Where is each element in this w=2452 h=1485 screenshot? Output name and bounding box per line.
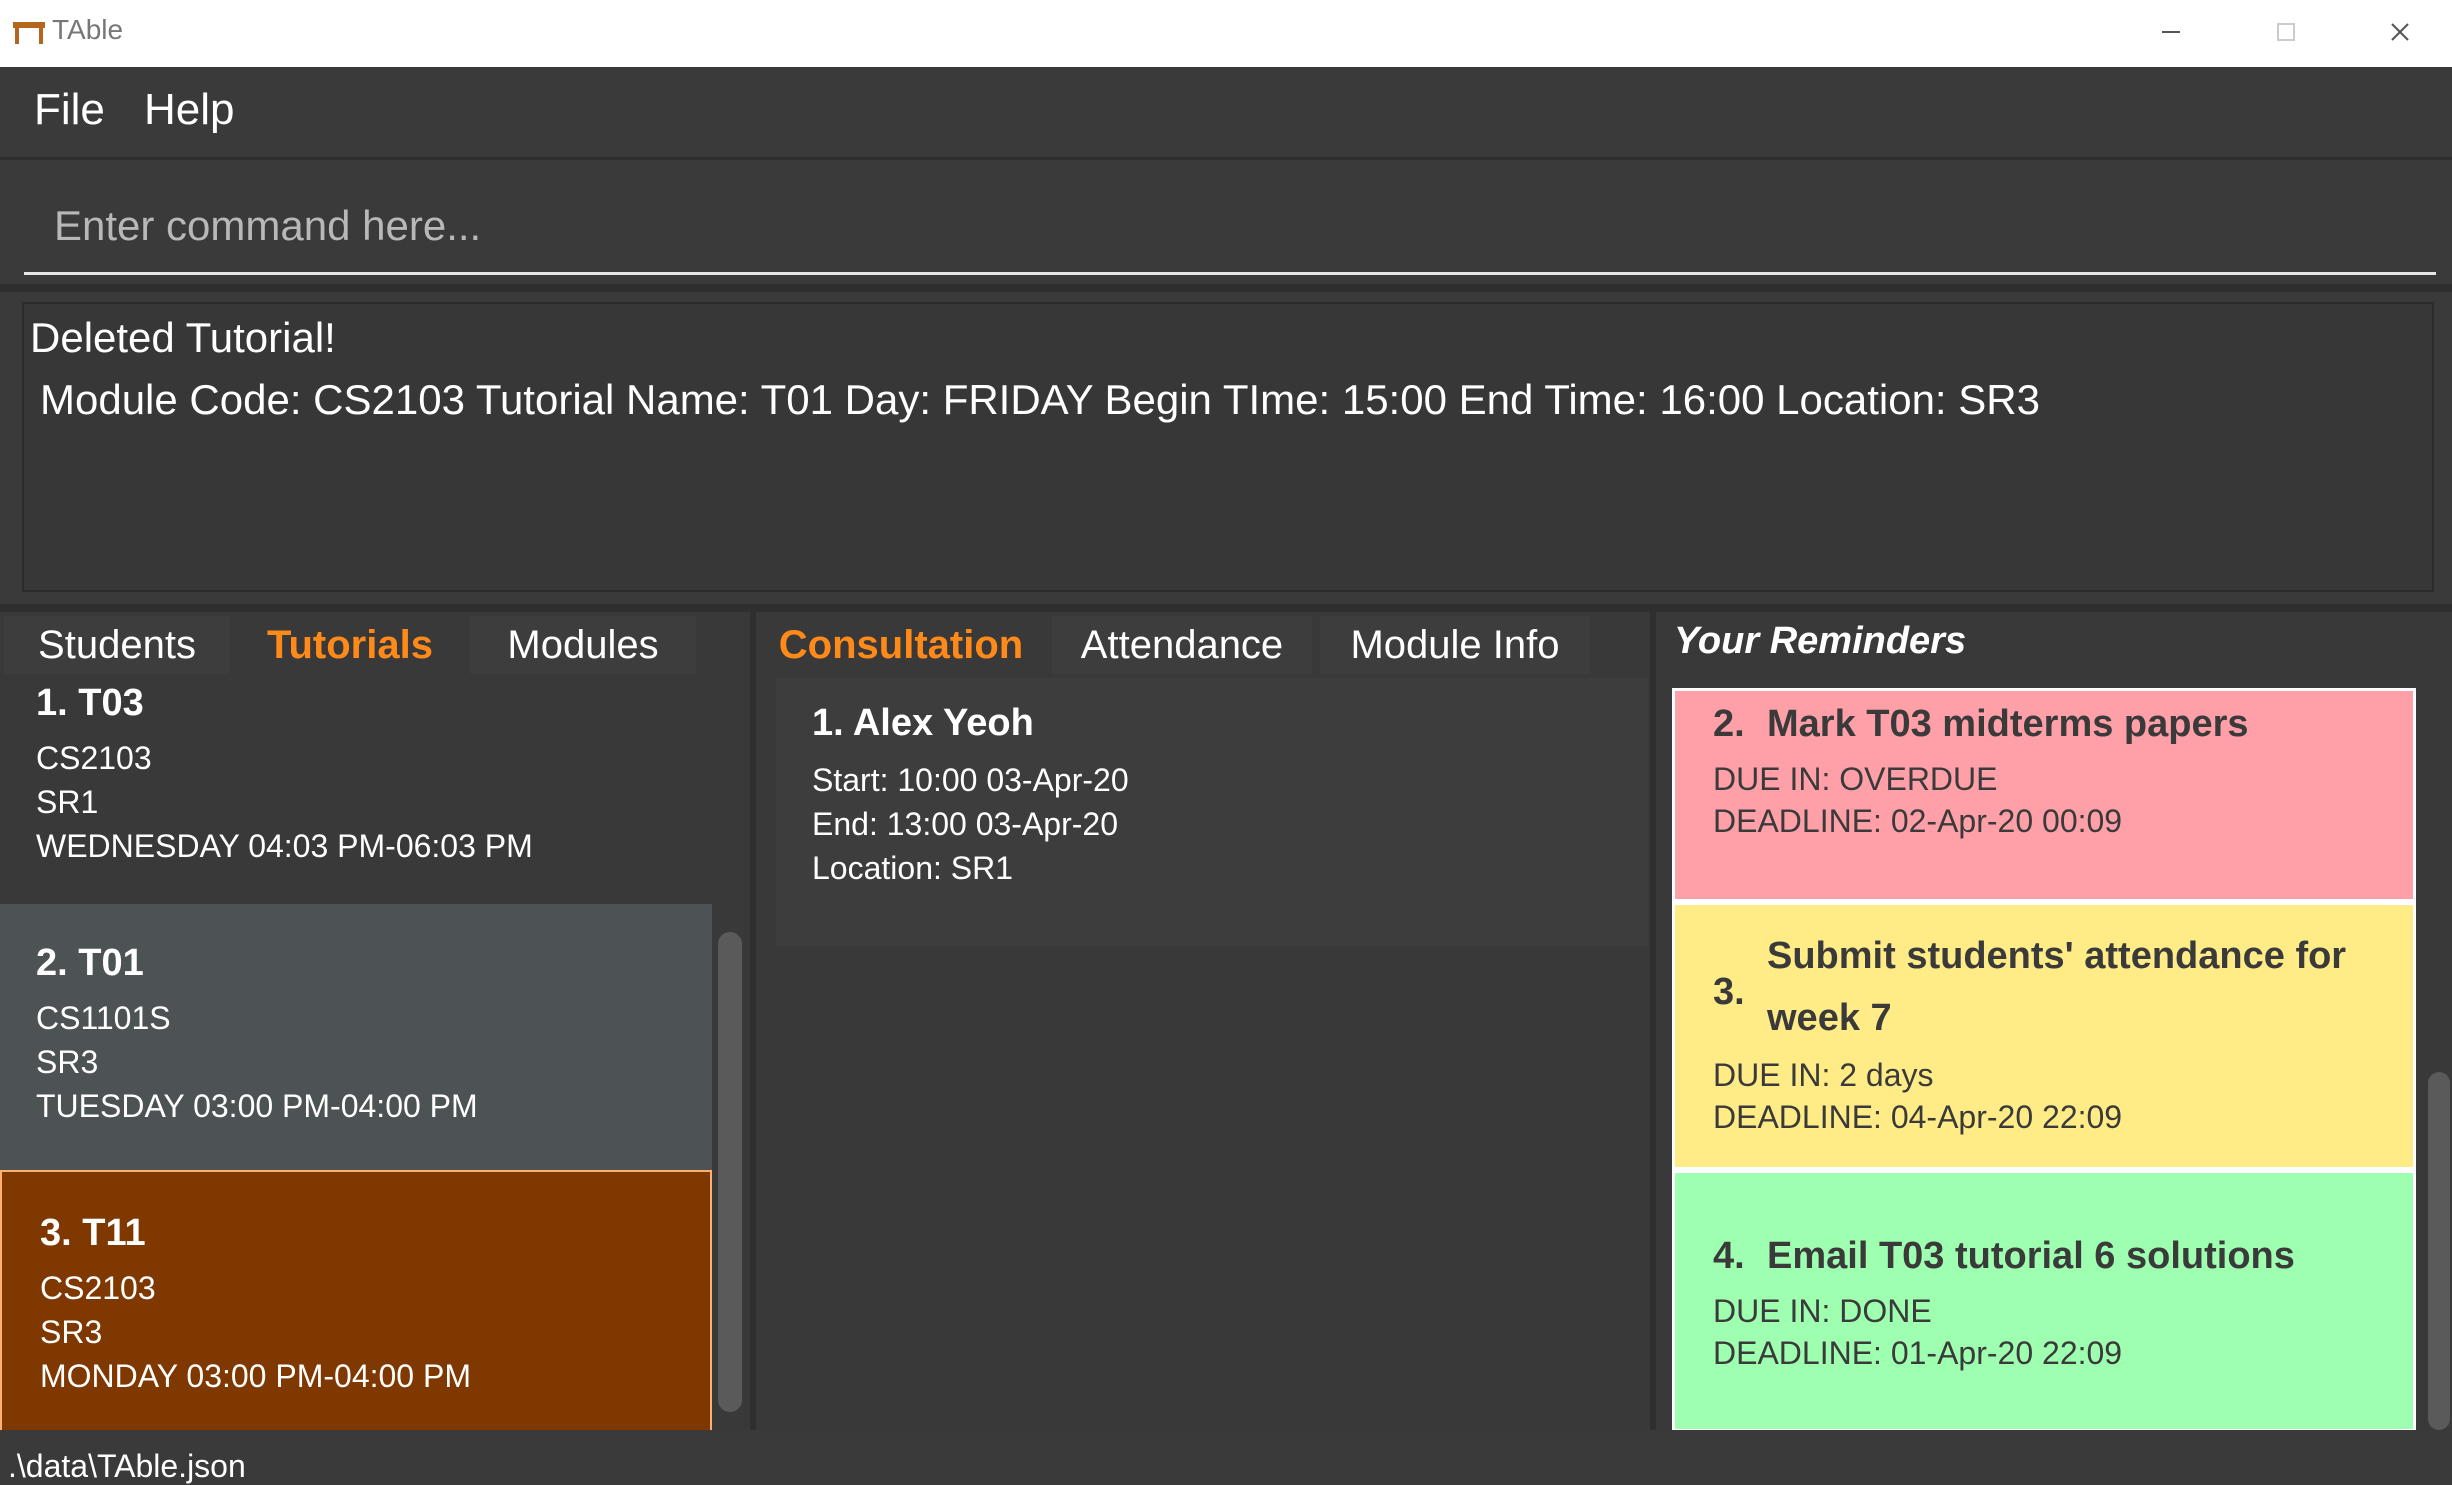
- tutorial-time: TUESDAY 03:00 PM-04:00 PM: [36, 1088, 478, 1124]
- result-display: Deleted Tutorial! Module Code: CS2103 Tu…: [22, 302, 2434, 592]
- reminders-panel: Your Reminders 2. Mark T03 midterms pape…: [1656, 612, 2452, 1430]
- tab-attendance[interactable]: Attendance: [1052, 616, 1312, 674]
- menu-bar: File Help: [0, 67, 2452, 160]
- title-bar: TAble: [0, 0, 2452, 67]
- consultation-start: Start: 10:00 03-Apr-20: [812, 762, 1129, 798]
- tutorial-title: 1. T03: [36, 682, 144, 724]
- menu-file[interactable]: File: [34, 85, 105, 135]
- tab-consultation[interactable]: Consultation: [756, 616, 1046, 674]
- reminder-text: Mark T03 midterms papers: [1767, 703, 2249, 745]
- reminder-card-overdue[interactable]: 2. Mark T03 midterms papers DUE IN: OVER…: [1672, 688, 2416, 902]
- reminder-list: 2. Mark T03 midterms papers DUE IN: OVER…: [1672, 688, 2416, 1430]
- reminder-number: 4.: [1713, 1235, 1745, 1277]
- tutorial-card-selected[interactable]: 3. T11 CS2103 SR3 MONDAY 03:00 PM-04:00 …: [0, 1170, 712, 1430]
- tutorial-module: CS2103: [36, 740, 152, 776]
- consultation-end: End: 13:00 03-Apr-20: [812, 806, 1118, 842]
- reminder-deadline: DEADLINE: 02-Apr-20 00:09: [1713, 803, 2123, 839]
- reminder-due: DUE IN: 2 days: [1713, 1057, 1934, 1093]
- status-bar: .\data\TAble.json: [0, 1430, 2452, 1484]
- minimize-icon[interactable]: [2140, 6, 2200, 58]
- tab-module-info[interactable]: Module Info: [1320, 616, 1590, 674]
- reminder-text-line2: week 7: [1767, 997, 1892, 1039]
- tutorial-location: SR1: [36, 784, 99, 820]
- middle-panel: Consultation Attendance Module Info 1. A…: [756, 612, 1650, 1430]
- tutorial-card[interactable]: 1. T03 CS2103 SR1 WEDNESDAY 04:03 PM-06:…: [0, 676, 712, 904]
- left-panel: Students Tutorials Modules 1. T03 CS2103…: [0, 612, 750, 1430]
- reminder-number: 3.: [1713, 971, 1745, 1013]
- window-title: TAble: [52, 14, 124, 45]
- tutorial-title: 3. T11: [40, 1212, 146, 1254]
- reminder-deadline: DEADLINE: 01-Apr-20 22:09: [1713, 1335, 2123, 1371]
- reminder-due: DUE IN: DONE: [1713, 1293, 1932, 1329]
- tutorial-scrollbar-thumb[interactable]: [718, 932, 742, 1412]
- result-details: Module Code: CS2103 Tutorial Name: T01 D…: [40, 376, 2040, 423]
- consultation-card[interactable]: 1. Alex Yeoh Start: 10:00 03-Apr-20 End:…: [776, 678, 1648, 946]
- reminder-number: 2.: [1713, 703, 1745, 745]
- maximize-icon[interactable]: [2256, 6, 2316, 58]
- save-location: .\data\TAble.json: [8, 1448, 246, 1484]
- tab-modules[interactable]: Modules: [470, 616, 696, 674]
- reminder-deadline: DEADLINE: 04-Apr-20 22:09: [1713, 1099, 2123, 1135]
- menu-help[interactable]: Help: [144, 85, 235, 135]
- tutorial-location: SR3: [36, 1044, 99, 1080]
- tab-students[interactable]: Students: [4, 616, 230, 674]
- tutorial-module: CS2103: [40, 1270, 156, 1306]
- divider: [0, 284, 2452, 292]
- reminders-heading: Your Reminders: [1674, 620, 1967, 662]
- reminder-text: Email T03 tutorial 6 solutions: [1767, 1235, 2295, 1277]
- reminder-card-done[interactable]: 4. Email T03 tutorial 6 solutions DUE IN…: [1672, 1170, 2416, 1430]
- close-icon[interactable]: [2370, 6, 2430, 58]
- result-message: Deleted Tutorial!: [30, 314, 336, 361]
- consultation-location: Location: SR1: [812, 850, 1014, 886]
- reminders-scrollbar-thumb[interactable]: [2428, 1072, 2450, 1430]
- consultation-title: 1. Alex Yeoh: [812, 702, 1034, 744]
- tutorial-location: SR3: [40, 1314, 103, 1350]
- tutorial-title: 2. T01: [36, 942, 144, 984]
- reminder-due: DUE IN: OVERDUE: [1713, 761, 1998, 797]
- tab-tutorials[interactable]: Tutorials: [232, 616, 468, 674]
- tutorial-card[interactable]: 2. T01 CS1101S SR3 TUESDAY 03:00 PM-04:0…: [0, 904, 712, 1170]
- command-box: [24, 180, 2436, 275]
- table-app-icon: [13, 22, 45, 44]
- tutorial-module: CS1101S: [36, 1000, 171, 1036]
- command-input[interactable]: [24, 180, 2436, 272]
- tutorial-list: 1. T03 CS2103 SR1 WEDNESDAY 04:03 PM-06:…: [0, 676, 712, 1430]
- reminder-text-line1: Submit students' attendance for: [1767, 935, 2347, 977]
- tutorial-time: MONDAY 03:00 PM-04:00 PM: [40, 1358, 471, 1394]
- reminder-card-pending[interactable]: 3. Submit students' attendance for week …: [1672, 902, 2416, 1170]
- tutorial-time: WEDNESDAY 04:03 PM-06:03 PM: [36, 828, 533, 864]
